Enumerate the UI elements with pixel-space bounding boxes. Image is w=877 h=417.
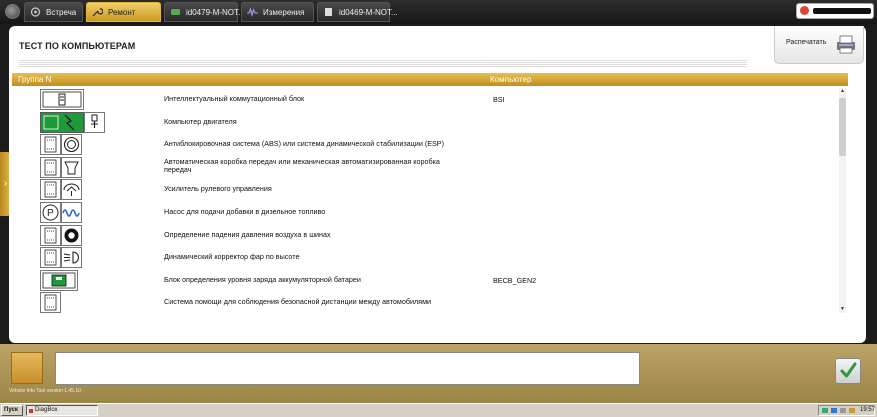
taskbar-app-label: DiagBox xyxy=(35,407,58,413)
tab-label: Измерения xyxy=(263,8,305,17)
table-row[interactable]: Динамический корректор фар по высоте xyxy=(12,246,838,269)
ecu-list: Интеллектуальный коммутационный блок BSI… xyxy=(12,88,838,313)
tab-meeting[interactable]: Встреча xyxy=(24,2,83,22)
ecu-computer: BECB_GEN2 xyxy=(493,275,537,285)
main-panel: ТЕСТ ПО КОМПЬЮТЕРАМ Распечатать Группа N… xyxy=(9,26,866,343)
steering-icon xyxy=(61,179,82,201)
ecu-name: Антиблокировочная система (ABS) или сист… xyxy=(164,139,444,149)
tab-label: Встреча xyxy=(46,8,77,17)
table-row[interactable]: Интеллектуальный коммутационный блок BSI xyxy=(12,88,838,111)
start-button[interactable]: Пуск xyxy=(1,405,23,416)
table-row[interactable]: Антиблокировочная система (ABS) или сист… xyxy=(12,133,838,156)
ecu-name: Компьютер двигателя xyxy=(164,116,237,126)
system-tray: 19:57 xyxy=(818,405,875,416)
ecu-name-line-2: передач xyxy=(164,165,192,175)
page-title: ТЕСТ ПО КОМПЬЮТЕРАМ xyxy=(19,41,136,51)
title-divider xyxy=(19,59,747,67)
table-row[interactable]: P Насос для подачи добавки в дизельное т… xyxy=(12,201,838,224)
document-icon xyxy=(325,8,332,16)
vehicle-icon xyxy=(171,9,180,15)
ecu-name: Блок определения уровня заряда аккумулят… xyxy=(164,274,361,284)
taskbar-clock: 19:57 xyxy=(860,407,876,413)
table-row[interactable]: Определение падения давления воздуха в ш… xyxy=(12,224,838,247)
tray-device-icon[interactable] xyxy=(840,408,846,413)
table-row[interactable]: Блок определения уровня заряда аккумулят… xyxy=(12,269,838,292)
bottom-bar: Vehicle Info Tool version 1.45.10 xyxy=(0,344,877,403)
status-square xyxy=(11,352,43,384)
ecu-name: Интеллектуальный коммутационный блок xyxy=(164,94,305,103)
user-account-field[interactable] xyxy=(796,3,874,19)
tab-vehicle-2[interactable]: id0469-M-NOT... xyxy=(317,2,398,22)
column-header-computer[interactable]: Компьютер xyxy=(490,73,531,86)
engine-ecu-icon xyxy=(40,111,84,133)
version-text: Vehicle Info Tool version 1.45.10 xyxy=(9,388,81,394)
module-chip-icon xyxy=(40,247,61,269)
ecu-name: Определение падения давления воздуха в ш… xyxy=(164,229,331,239)
module-chip-icon xyxy=(40,292,61,313)
tab-measurements[interactable]: Измерения xyxy=(241,2,314,22)
printer-icon xyxy=(837,35,855,54)
gearbox-icon xyxy=(61,156,82,178)
print-label: Распечатать xyxy=(786,39,827,46)
ecu-name-line-1: Автоматическая коробка передач или механ… xyxy=(164,156,440,166)
message-box xyxy=(55,352,640,385)
redacted-username xyxy=(813,8,871,14)
column-header-group[interactable]: Группа N xyxy=(18,73,51,86)
tab-label: id0479-M-NOT... xyxy=(186,8,245,17)
wrench-icon xyxy=(92,8,103,17)
ecu-name: Система помощи для соблюдения безопасной… xyxy=(164,297,432,307)
svg-text:P: P xyxy=(47,208,54,219)
taskbar-app-diagbox[interactable]: DiagBox xyxy=(26,405,98,416)
tab-repair[interactable]: Ремонт xyxy=(86,2,161,22)
scroll-up-arrow-icon[interactable]: ▲ xyxy=(839,88,846,95)
tab-label: Ремонт xyxy=(108,8,136,17)
checkmark-icon xyxy=(840,362,857,378)
diagbox-app-icon xyxy=(29,409,33,413)
ecu-name: Динамический корректор фар по высоте xyxy=(164,252,300,262)
print-button[interactable]: Распечатать xyxy=(774,26,864,64)
table-row[interactable]: Автоматическая коробка передач или механ… xyxy=(12,156,838,179)
tab-vehicle-1[interactable]: id0479-M-NOT... xyxy=(164,2,245,22)
scroll-thumb[interactable] xyxy=(839,98,846,156)
bsi-module-icon xyxy=(40,89,84,110)
abs-esp-icon xyxy=(61,134,82,156)
ecu-computer: BSI xyxy=(493,95,505,104)
chevron-right-icon: › xyxy=(3,178,8,189)
table-row[interactable]: Система помощи для соблюдения безопасной… xyxy=(12,291,838,313)
tray-volume-icon[interactable] xyxy=(849,408,855,413)
validate-button[interactable] xyxy=(835,358,861,384)
module-chip-icon xyxy=(40,224,61,246)
ecu-name: Насос для подачи добавки в дизельное топ… xyxy=(164,207,326,216)
spark-plug-icon xyxy=(84,111,105,133)
module-chip-icon xyxy=(40,134,61,156)
os-taskbar: Пуск DiagBox 19:57 xyxy=(0,403,877,417)
tray-network-icon[interactable] xyxy=(822,408,828,413)
table-row[interactable]: Усилитель рулевого управления xyxy=(12,178,838,201)
additive-pump-icon xyxy=(61,202,82,223)
module-chip-icon xyxy=(40,179,61,201)
module-chip-icon xyxy=(40,156,61,178)
tray-app-icon[interactable] xyxy=(831,408,837,413)
pump-p-icon: P xyxy=(40,202,61,223)
tire-pressure-icon xyxy=(61,224,82,246)
table-row[interactable]: Компьютер двигателя xyxy=(12,111,838,134)
table-header: Группа N Компьютер xyxy=(12,73,848,86)
headlamp-corrector-icon xyxy=(61,247,82,269)
list-scrollbar[interactable]: ▲ ▼ xyxy=(839,88,846,313)
battery-module-icon xyxy=(40,269,78,291)
meeting-icon xyxy=(30,7,41,17)
ecu-name: Автоматическая коробка передач или механ… xyxy=(164,156,440,175)
power-icon[interactable] xyxy=(800,6,809,15)
tab-label: id0469-M-NOT... xyxy=(339,8,398,17)
home-logo-icon[interactable] xyxy=(5,4,20,19)
top-tab-bar: Встреча Ремонт id0479-M-NOT... Измерения… xyxy=(0,0,877,24)
waveform-icon xyxy=(247,7,258,17)
scroll-down-arrow-icon[interactable]: ▼ xyxy=(839,306,846,313)
ecu-name: Усилитель рулевого управления xyxy=(164,184,272,194)
